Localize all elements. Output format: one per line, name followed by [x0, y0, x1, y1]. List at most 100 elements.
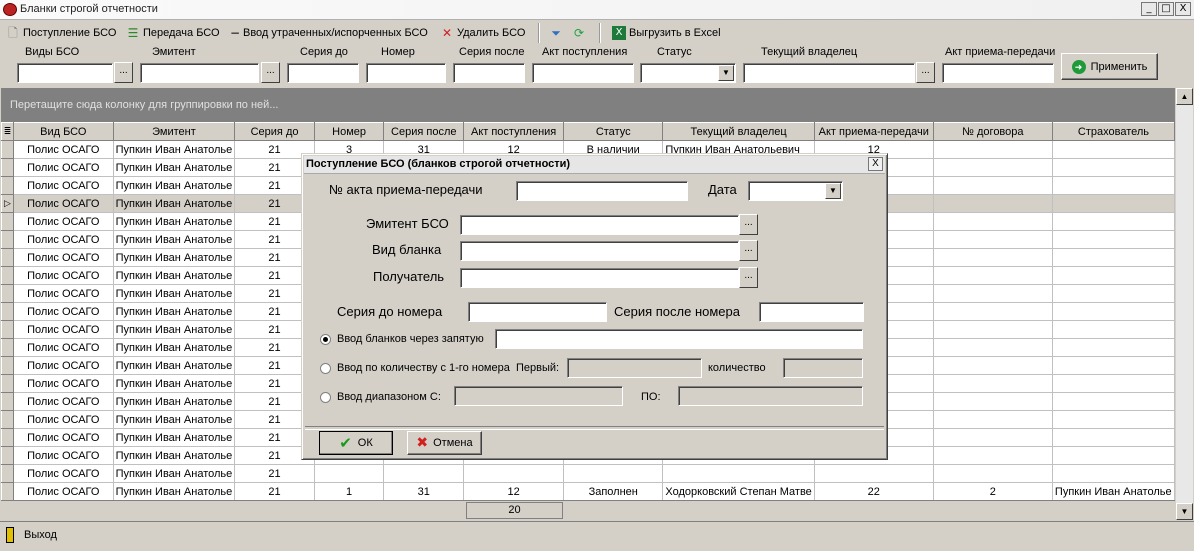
scroll-up-icon[interactable]: ▲	[1176, 88, 1193, 105]
row-indicator[interactable]	[1, 446, 14, 465]
form-type-browse-button[interactable]: ...	[739, 240, 758, 261]
filter-form-type-browse-button[interactable]: ...	[114, 62, 133, 83]
dialog-close-button[interactable]: X	[868, 157, 883, 171]
column-header[interactable]: Статус	[563, 122, 664, 141]
date-picker[interactable]: ▼	[748, 181, 843, 201]
row-indicator[interactable]	[1, 266, 14, 285]
row-indicator[interactable]	[1, 320, 14, 339]
row-indicator[interactable]	[1, 392, 14, 411]
table-cell: Пупкин Иван Анатолье	[112, 410, 236, 429]
filter-form-type-input[interactable]	[17, 63, 113, 83]
table-cell	[932, 356, 1053, 375]
range-from-input[interactable]	[454, 386, 623, 406]
row-pointer-icon[interactable]: ▷	[1, 194, 14, 213]
row-indicator[interactable]	[1, 428, 14, 447]
lost-bso-button[interactable]: − Ввод утраченных/испорченных БСО	[230, 24, 428, 42]
cancel-button[interactable]: ✖ Отмена	[407, 431, 482, 455]
table-cell: Ходорковский Степан Матве	[662, 482, 815, 500]
filter-series-before-input[interactable]	[287, 63, 359, 83]
table-cell	[383, 464, 465, 483]
column-header[interactable]: № договора	[932, 122, 1053, 141]
filter-receipt-act-input[interactable]	[532, 63, 634, 83]
apply-button[interactable]: ➜ Применить	[1061, 53, 1158, 80]
emitent-input[interactable]	[460, 215, 739, 235]
column-header[interactable]: Номер	[313, 122, 385, 141]
row-indicator[interactable]	[1, 212, 14, 231]
column-header[interactable]: Серия до	[234, 122, 315, 141]
recipient-input[interactable]	[460, 268, 739, 288]
act-number-label: № акта приема-передачи	[329, 182, 483, 197]
maximize-button[interactable]: □	[1158, 2, 1174, 16]
column-header[interactable]: Акт поступления	[463, 122, 565, 141]
export-excel-button[interactable]: X Выгрузить в Excel	[612, 24, 721, 42]
table-cell: Пупкин Иван Анатолье	[112, 266, 236, 285]
scroll-down-icon[interactable]: ▼	[1176, 503, 1193, 520]
table-cell	[932, 410, 1053, 429]
filter-series-after-input[interactable]	[453, 63, 525, 83]
column-header[interactable]: Текущий владелец	[662, 122, 815, 141]
emitent-browse-button[interactable]: ...	[739, 214, 758, 235]
minimize-button[interactable]: _	[1141, 2, 1157, 16]
table-cell	[1051, 356, 1175, 375]
exit-button[interactable]: Выход	[6, 527, 57, 543]
row-indicator[interactable]	[1, 356, 14, 375]
count-input[interactable]	[783, 358, 863, 378]
column-chooser-icon[interactable]: ≣	[1, 122, 14, 141]
row-indicator[interactable]	[1, 482, 14, 500]
close-button[interactable]: X	[1175, 2, 1191, 16]
series-before-input[interactable]	[468, 302, 607, 322]
table-cell: Пупкин Иван Анатолье	[112, 464, 236, 483]
row-indicator[interactable]	[1, 284, 14, 303]
refresh-button[interactable]: ⟳	[572, 24, 589, 42]
row-indicator[interactable]	[1, 140, 14, 159]
column-header[interactable]: Страхователь	[1051, 122, 1175, 141]
row-indicator[interactable]	[1, 248, 14, 267]
lost-bso-label: Ввод утраченных/испорченных БСО	[243, 27, 428, 39]
row-indicator[interactable]	[1, 302, 14, 321]
transfer-bso-button[interactable]: ☰ Передача БСО	[126, 24, 220, 42]
table-cell	[932, 194, 1053, 213]
filter-owner-input[interactable]	[743, 63, 915, 83]
filter-owner-browse-button[interactable]: ...	[916, 62, 935, 83]
column-header[interactable]: Акт приема-передачи	[813, 122, 934, 141]
receipt-bso-button[interactable]: 🗋 Поступление БСО	[6, 24, 116, 42]
row-indicator[interactable]	[1, 410, 14, 429]
column-header[interactable]: Вид БСО	[12, 122, 114, 141]
table-cell: Пупкин Иван Анатолье	[112, 302, 236, 321]
table-cell: Полис ОСАГО	[12, 446, 114, 465]
mode-range-radio[interactable]	[320, 392, 331, 403]
recipient-browse-button[interactable]: ...	[739, 267, 758, 288]
ok-button[interactable]: ✔ ОК	[319, 431, 393, 455]
table-cell	[463, 464, 565, 483]
filter-status-select[interactable]: ▼	[640, 63, 736, 83]
column-header[interactable]: Серия после	[383, 122, 465, 141]
mode-count-radio[interactable]	[320, 363, 331, 374]
mode-comma-label: Ввод бланков через запятую	[337, 333, 484, 345]
table-cell	[313, 464, 385, 483]
row-indicator[interactable]	[1, 464, 14, 483]
group-by-panel[interactable]: Перетащите сюда колонку для группировки …	[1, 88, 1175, 122]
filter-button[interactable]: ⏷	[549, 24, 566, 42]
vertical-scrollbar[interactable]: ▲ ▼	[1176, 88, 1193, 520]
row-indicator[interactable]	[1, 374, 14, 393]
row-indicator[interactable]	[1, 338, 14, 357]
mode-comma-radio[interactable]	[320, 334, 331, 345]
row-indicator[interactable]	[1, 158, 14, 177]
series-after-input[interactable]	[759, 302, 864, 322]
act-number-input[interactable]	[516, 181, 688, 201]
table-cell: Пупкин Иван Анатолье	[112, 374, 236, 393]
comma-list-input[interactable]	[495, 329, 863, 349]
row-indicator[interactable]	[1, 176, 14, 195]
filter-number-input[interactable]	[366, 63, 446, 83]
form-type-input[interactable]	[460, 241, 739, 261]
filter-emitent-browse-button[interactable]: ...	[261, 62, 280, 83]
first-number-input[interactable]	[567, 358, 702, 378]
row-indicator[interactable]	[1, 230, 14, 249]
filter-transfer-act-input[interactable]	[942, 63, 1054, 83]
filter-emitent-input[interactable]	[140, 63, 259, 83]
delete-bso-button[interactable]: ✕ Удалить БСО	[440, 24, 525, 42]
table-row[interactable]: Полис ОСАГО Пупкин Иван Анатолье 21	[1, 464, 1175, 483]
range-to-input[interactable]	[678, 386, 863, 406]
table-row[interactable]: Полис ОСАГО Пупкин Иван Анатолье 21 1 31 12 За…	[1, 482, 1175, 500]
column-header[interactable]: Эмитент	[112, 122, 236, 141]
